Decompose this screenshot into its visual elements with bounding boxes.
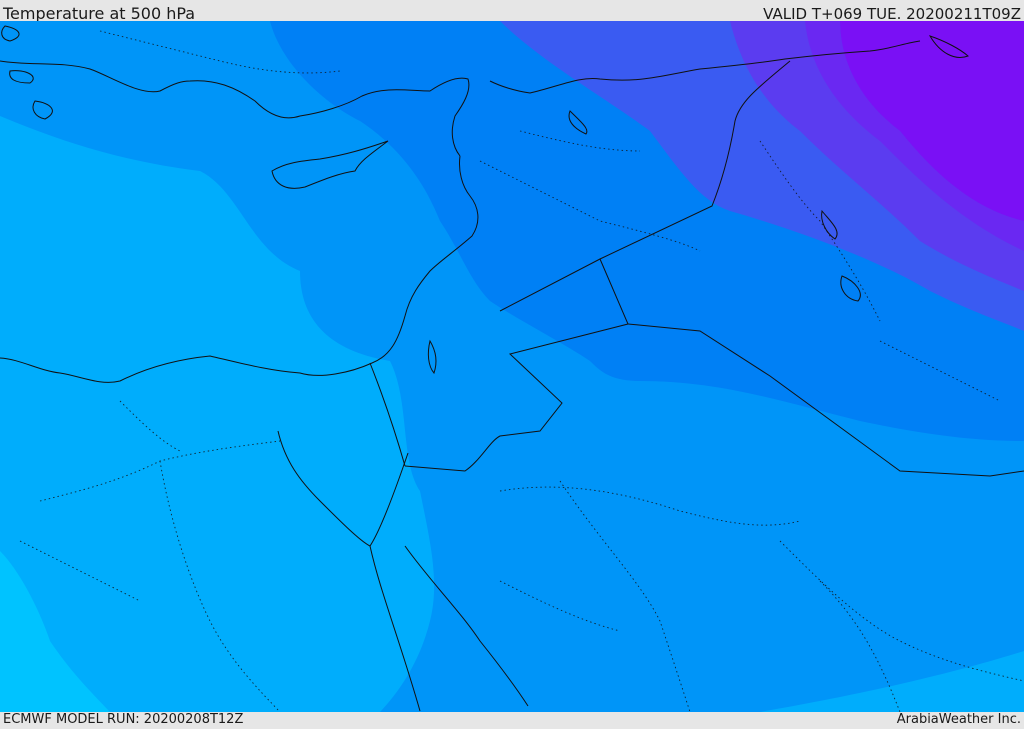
footer-bar: ECMWF MODEL RUN: 20200208T12Z ArabiaWeat… bbox=[0, 712, 1024, 729]
temperature-field bbox=[0, 21, 1024, 712]
model-run-label: ECMWF MODEL RUN: 20200208T12Z bbox=[3, 712, 244, 727]
weather-map bbox=[0, 21, 1024, 712]
header-bar: Temperature at 500 hPa VALID T+069 TUE. … bbox=[0, 0, 1024, 23]
credit-label: ArabiaWeather Inc. bbox=[896, 712, 1021, 727]
